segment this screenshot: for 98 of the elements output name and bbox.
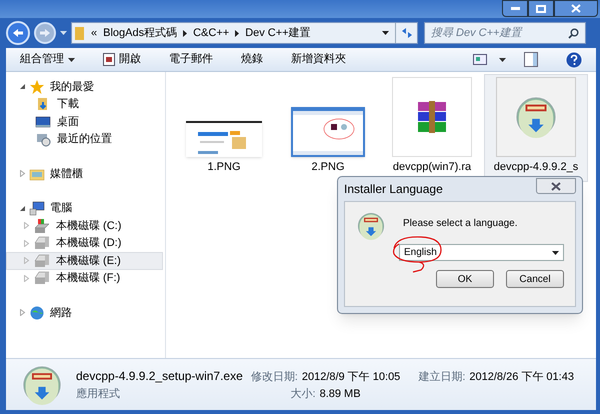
history-dropdown-icon[interactable]: [60, 31, 67, 35]
archive-icon: [415, 100, 449, 134]
nav-item[interactable]: 最近的位置: [6, 130, 163, 148]
installer-icon: [357, 212, 385, 240]
toolbar-button[interactable]: 燒錄: [241, 51, 263, 68]
breadcrumb-arrow-icon[interactable]: [235, 30, 240, 36]
close-icon: [571, 4, 581, 13]
nav-label: 最近的位置: [57, 132, 112, 147]
search-placeholder: 搜尋 Dev C++建置: [431, 26, 522, 41]
nav-label: 本機磁碟 (F:): [56, 271, 120, 286]
star-icon: [29, 78, 45, 95]
installer-icon: [22, 364, 62, 404]
toolbar-button[interactable]: 新增資料夾: [291, 51, 346, 68]
field-label: 修改日期:: [250, 370, 298, 385]
dialog-message: Please select a language.: [403, 217, 518, 231]
nav-label: 我的最愛: [50, 80, 94, 94]
forward-button[interactable]: [34, 22, 56, 44]
dropdown-arrow-icon[interactable]: [382, 31, 389, 35]
preview-pane-icon: [524, 52, 538, 67]
nav-label: 媒體櫃: [50, 166, 83, 182]
forward-arrow-icon: [39, 28, 51, 38]
nav-item[interactable]: 媒體櫃: [6, 165, 165, 182]
expand-arrow-icon[interactable]: [19, 204, 26, 212]
maximize-button[interactable]: [528, 0, 554, 17]
nav-item[interactable]: 下載: [6, 96, 163, 113]
minimize-button[interactable]: [502, 0, 528, 17]
breadcrumb[interactable]: Dev C++建置: [245, 24, 311, 42]
nav-item[interactable]: 電腦: [6, 200, 165, 217]
drive-icon: [34, 270, 50, 286]
back-arrow-icon: [12, 28, 24, 38]
view-icon: [473, 54, 487, 65]
file-item[interactable]: devcpp-4.9.9.2_s: [484, 74, 588, 182]
nav-label: 電腦: [50, 201, 72, 216]
nav-item[interactable]: 本機磁碟 (D:): [6, 234, 163, 252]
language-dropdown[interactable]: English: [399, 244, 564, 261]
file-name: 2.PNG: [311, 160, 344, 175]
close-button[interactable]: [554, 0, 598, 17]
breadcrumb[interactable]: C&C++: [193, 24, 230, 42]
field-label: 大小:: [290, 386, 316, 402]
file-item[interactable]: devcpp(win7).ra: [380, 74, 484, 182]
search-field[interactable]: 搜尋 Dev C++建置: [424, 22, 586, 44]
nav-label: 本機磁碟 (D:): [56, 236, 122, 251]
field-value: 8.89 MB: [320, 386, 361, 402]
expand-arrow-icon[interactable]: [19, 83, 26, 90]
sysdrive-icon: [34, 218, 50, 234]
field-value: 2012/8/9 下午 10:05: [302, 370, 400, 385]
nav-label: 本機磁碟 (C:): [56, 218, 122, 234]
toolbar-button[interactable]: 組合管理: [20, 51, 75, 68]
dialog-button[interactable]: OK: [436, 270, 494, 288]
dropdown-arrow-icon: [499, 58, 506, 62]
breadcrumb[interactable]: BlogAds程式碼: [103, 24, 178, 42]
nav-label: 桌面: [57, 114, 79, 130]
file-name: devcpp(win7).ra: [392, 160, 472, 175]
preview-pane-button[interactable]: [524, 52, 538, 67]
file-item[interactable]: 2.PNG: [276, 74, 380, 182]
file-name: devcpp-4.9.9.2_setup-win7.exe: [76, 368, 243, 385]
file-item[interactable]: 1.PNG: [172, 74, 276, 182]
field-value: 2012/8/26 下午 01:43: [469, 370, 574, 385]
field-label: 建立日期:: [418, 370, 466, 385]
search-icon: [568, 28, 579, 38]
nav-item[interactable]: 網路: [6, 304, 165, 322]
file-type: 應用程式: [76, 386, 121, 402]
drive-icon: [34, 235, 50, 252]
nav-item[interactable]: 桌面: [6, 113, 163, 130]
nav-label: 本機磁碟 (E:): [56, 254, 121, 268]
recent-icon: [35, 131, 51, 148]
help-button[interactable]: [566, 52, 582, 68]
help-icon: [566, 52, 582, 68]
nav-label: 下載: [57, 97, 79, 112]
nav-item[interactable]: 本機磁碟 (C:): [6, 217, 163, 234]
refresh-icon: [400, 27, 412, 39]
folder-icon: [75, 26, 85, 40]
nav-item[interactable]: 我的最愛: [6, 78, 165, 96]
installer-icon: [515, 96, 557, 138]
maximize-icon: [536, 4, 546, 12]
overflow-chevron[interactable]: «: [91, 24, 98, 42]
toolbar-button[interactable]: 開啟: [103, 51, 141, 68]
nav-item[interactable]: 本機磁碟 (F:): [6, 270, 163, 287]
computer-icon: [29, 200, 45, 216]
file-name: 1.PNG: [207, 160, 240, 175]
nav-item[interactable]: 本機磁碟 (E:): [6, 252, 163, 270]
breadcrumb-arrow-icon[interactable]: [183, 30, 188, 36]
dialog-title: Installer Language: [344, 181, 443, 198]
close-icon: [551, 182, 561, 190]
address-bar[interactable]: « BlogAds程式碼 C&C++ Dev C++建置: [71, 22, 418, 44]
dialog-button[interactable]: Cancel: [506, 270, 564, 288]
network-icon: [29, 304, 45, 321]
back-button[interactable]: [6, 21, 30, 45]
drive-icon: [34, 252, 50, 269]
dropdown-arrow-icon: [552, 250, 559, 254]
toolbar-button[interactable]: 電子郵件: [169, 51, 213, 68]
minimize-icon: [510, 7, 520, 10]
open-icon: [103, 53, 115, 66]
file-name: devcpp-4.9.9.2_s: [494, 160, 578, 175]
nav-label: 網路: [50, 306, 72, 320]
close-button[interactable]: [536, 178, 576, 194]
view-options-button[interactable]: [473, 54, 506, 65]
desktop-icon: [35, 114, 51, 130]
